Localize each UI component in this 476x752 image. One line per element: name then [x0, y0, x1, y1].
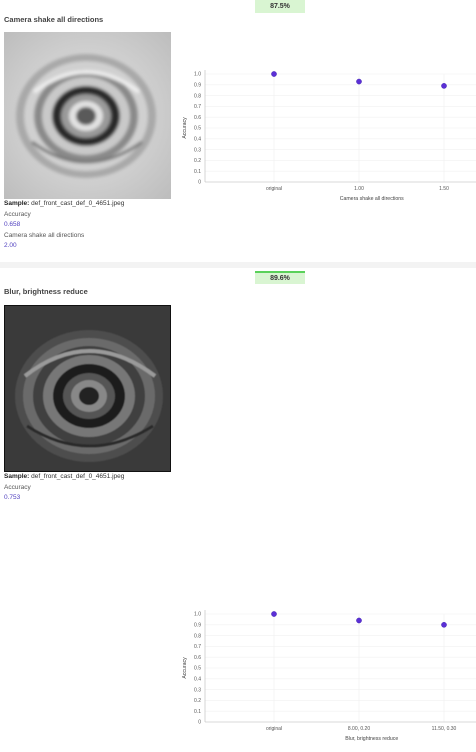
y-tick-label: 0.8 [194, 93, 201, 99]
data-point [356, 617, 362, 624]
x-tick-label: original [266, 726, 282, 732]
y-tick-label: 1.0 [194, 72, 201, 78]
data-point [441, 621, 447, 628]
sample-filename: def_front_cast_def_0_4651.jpeg [31, 473, 125, 480]
param-label: Camera shake all directions [4, 231, 85, 239]
y-tick-label: 0.9 [194, 623, 201, 629]
accuracy-chart: 0 0.1 0.2 0.3 0.4 0.5 0.6 0.7 0.8 0.9 1.0 original 8… [178, 602, 476, 752]
accuracy-value: 0.753 [4, 494, 21, 501]
sample-image [4, 305, 171, 472]
sample-line: Sample: def_front_cast_def_0_4651.jpeg [4, 472, 124, 483]
sample-image [4, 32, 171, 199]
y-tick-label: 0.7 [194, 644, 201, 650]
score-badge: 87.5% [255, 0, 305, 13]
x-tick-label: 8.00, 0.20 [348, 726, 370, 732]
y-axis-title: Accuracy [182, 117, 188, 139]
robustness-panel-blur-brightness: 89.6% Blur, brightness reduce Sample: de… [0, 268, 476, 742]
y-tick-label: 0.8 [194, 633, 201, 639]
sample-filename: def_front_cast_def_0_4651.jpeg [31, 200, 125, 207]
y-tick-label: 0.3 [194, 147, 201, 153]
x-tick-label: 1.50 [439, 186, 449, 192]
sample-info: Sample: def_front_cast_def_0_4651.jpeg A… [4, 199, 124, 252]
data-point [271, 611, 277, 617]
y-tick-label: 0.7 [194, 104, 201, 110]
y-axis-title: Accuracy [182, 657, 188, 679]
y-tick-label: 0.5 [194, 666, 201, 672]
casting-part-photo-icon [5, 306, 170, 471]
data-point [356, 78, 362, 85]
accuracy-chart-svg: 0 0.1 0.2 0.3 0.4 0.5 0.6 0.7 0.8 0.9 1.0 original 8… [182, 610, 476, 742]
y-tick-label: 0.1 [194, 169, 201, 175]
x-axis-title: Blur, brightness reduce [345, 736, 398, 742]
y-tick-label: 0.4 [194, 677, 201, 683]
accuracy-label: Accuracy [4, 210, 31, 218]
data-point [271, 71, 277, 77]
y-tick-label: 0 [198, 720, 201, 726]
accuracy-chart: 0 0.1 0.2 0.3 0.4 0.5 0.6 0.7 0.8 0.9 1.0 original 1… [178, 62, 476, 212]
casting-part-photo-icon [4, 32, 171, 199]
accuracy-value: 0.658 [4, 221, 21, 228]
y-tick-label: 0.1 [194, 709, 201, 715]
y-tick-label: 0.6 [194, 115, 201, 121]
sample-label: Sample: [4, 473, 30, 480]
y-tick-label: 0.2 [194, 698, 201, 704]
panel-title: Camera shake all directions [4, 15, 104, 24]
x-tick-label: original [266, 186, 282, 192]
y-tick-label: 1.0 [194, 612, 201, 618]
score-badge: 89.6% [255, 271, 305, 284]
y-tick-label: 0.2 [194, 158, 201, 164]
sample-line: Sample: def_front_cast_def_0_4651.jpeg [4, 199, 124, 210]
param-value: 2.00 [4, 242, 17, 249]
y-tick-label: 0.5 [194, 126, 201, 132]
y-tick-label: 0.6 [194, 655, 201, 661]
sample-info: Sample: def_front_cast_def_0_4651.jpeg A… [4, 472, 124, 504]
y-tick-label: 0.3 [194, 687, 201, 693]
y-tick-label: 0.4 [194, 137, 201, 143]
sample-label: Sample: [4, 200, 30, 207]
x-axis-title: Camera shake all directions [340, 196, 404, 202]
accuracy-label: Accuracy [4, 483, 31, 491]
robustness-panel-camera-shake: 87.5% Camera shake all directions Sample… [0, 0, 476, 262]
accuracy-chart-svg: 0 0.1 0.2 0.3 0.4 0.5 0.6 0.7 0.8 0.9 1.0 original 1… [182, 70, 476, 202]
panel-title: Blur, brightness reduce [4, 287, 88, 296]
y-tick-label: 0 [198, 180, 201, 186]
y-tick-label: 0.9 [194, 83, 201, 89]
x-tick-label: 11.50, 0.30 [432, 726, 457, 732]
data-point [441, 83, 447, 89]
x-tick-label: 1.00 [354, 186, 364, 192]
